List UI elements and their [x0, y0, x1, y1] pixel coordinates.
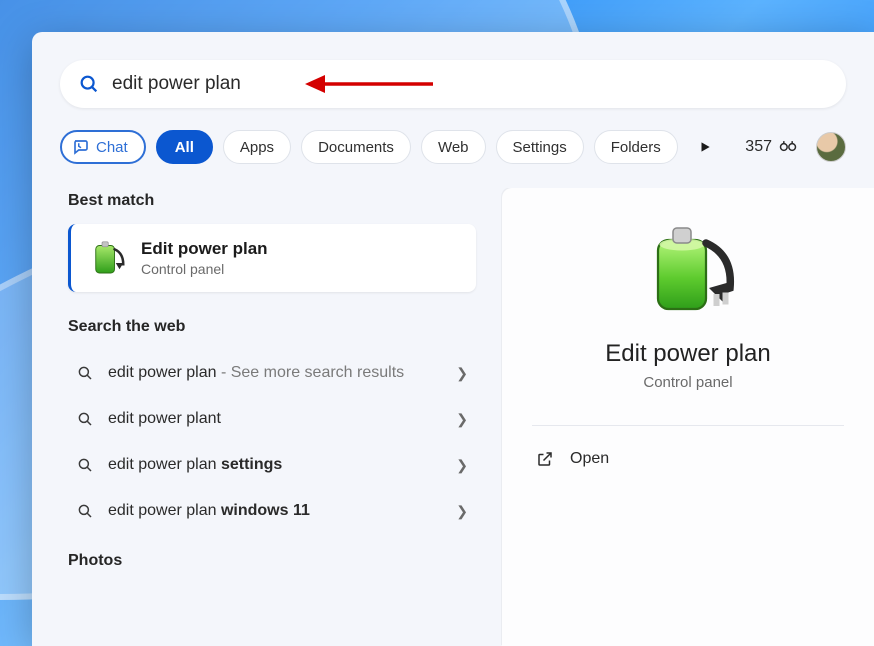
web-result[interactable]: edit power plant ❯: [68, 396, 476, 442]
web-result[interactable]: edit power plan settings ❯: [68, 442, 476, 488]
desktop-background: Chat All Apps Documents Web Settings Fol…: [0, 0, 874, 646]
chevron-right-icon: ❯: [456, 365, 468, 382]
header-right-tools: 357: [745, 132, 846, 162]
results-body: Best match Edit powe: [32, 188, 874, 646]
web-result-text: edit power plan windows 11: [108, 502, 442, 520]
rewards-count: 357: [745, 138, 772, 156]
filter-more[interactable]: [688, 130, 722, 164]
power-plan-icon: [87, 238, 127, 278]
search-bar[interactable]: [60, 60, 846, 108]
detail-title: Edit power plan: [605, 340, 770, 368]
filter-chat[interactable]: Chat: [60, 130, 146, 164]
action-open[interactable]: Open: [532, 440, 844, 478]
web-result-text: edit power plan settings: [108, 456, 442, 474]
filter-folders[interactable]: Folders: [594, 130, 678, 164]
search-panel: Chat All Apps Documents Web Settings Fol…: [32, 32, 874, 646]
section-photos: Photos: [68, 552, 476, 570]
filter-chat-label: Chat: [96, 139, 128, 156]
filter-row: Chat All Apps Documents Web Settings Fol…: [60, 130, 846, 164]
web-result-text: edit power plant: [108, 410, 442, 428]
web-result-text: edit power plan - See more search result…: [108, 364, 442, 382]
best-match-title: Edit power plan: [141, 239, 268, 259]
web-result[interactable]: edit power plan - See more search result…: [68, 350, 476, 396]
play-icon: [698, 140, 712, 154]
filter-web[interactable]: Web: [421, 130, 486, 164]
section-best-match: Best match: [68, 192, 476, 210]
chevron-right-icon: ❯: [456, 411, 468, 428]
open-icon: [536, 450, 554, 468]
user-avatar[interactable]: [816, 132, 846, 162]
detail-subtitle: Control panel: [643, 374, 732, 391]
chevron-right-icon: ❯: [456, 457, 468, 474]
search-input[interactable]: [112, 73, 828, 95]
search-icon: [76, 502, 94, 520]
search-icon: [78, 73, 100, 95]
detail-pane: Edit power plan Control panel Open: [502, 188, 874, 646]
filter-all[interactable]: All: [156, 130, 213, 164]
power-plan-icon-large: [640, 222, 736, 318]
search-icon: [76, 364, 94, 382]
bing-chat-icon: [72, 138, 90, 156]
rewards-icon: [778, 137, 798, 157]
results-list: Best match Edit powe: [32, 188, 502, 646]
best-match-card[interactable]: Edit power plan Control panel: [68, 224, 476, 292]
action-open-label: Open: [570, 450, 609, 468]
filter-settings[interactable]: Settings: [496, 130, 584, 164]
filter-documents[interactable]: Documents: [301, 130, 411, 164]
section-search-web: Search the web: [68, 318, 476, 336]
search-icon: [76, 410, 94, 428]
search-icon: [76, 456, 94, 474]
chevron-right-icon: ❯: [456, 503, 468, 520]
filter-apps[interactable]: Apps: [223, 130, 291, 164]
divider: [532, 425, 844, 426]
best-match-subtitle: Control panel: [141, 261, 268, 277]
web-results-list: edit power plan - See more search result…: [68, 350, 476, 534]
web-result[interactable]: edit power plan windows 11 ❯: [68, 488, 476, 534]
rewards-points[interactable]: 357: [745, 137, 798, 157]
